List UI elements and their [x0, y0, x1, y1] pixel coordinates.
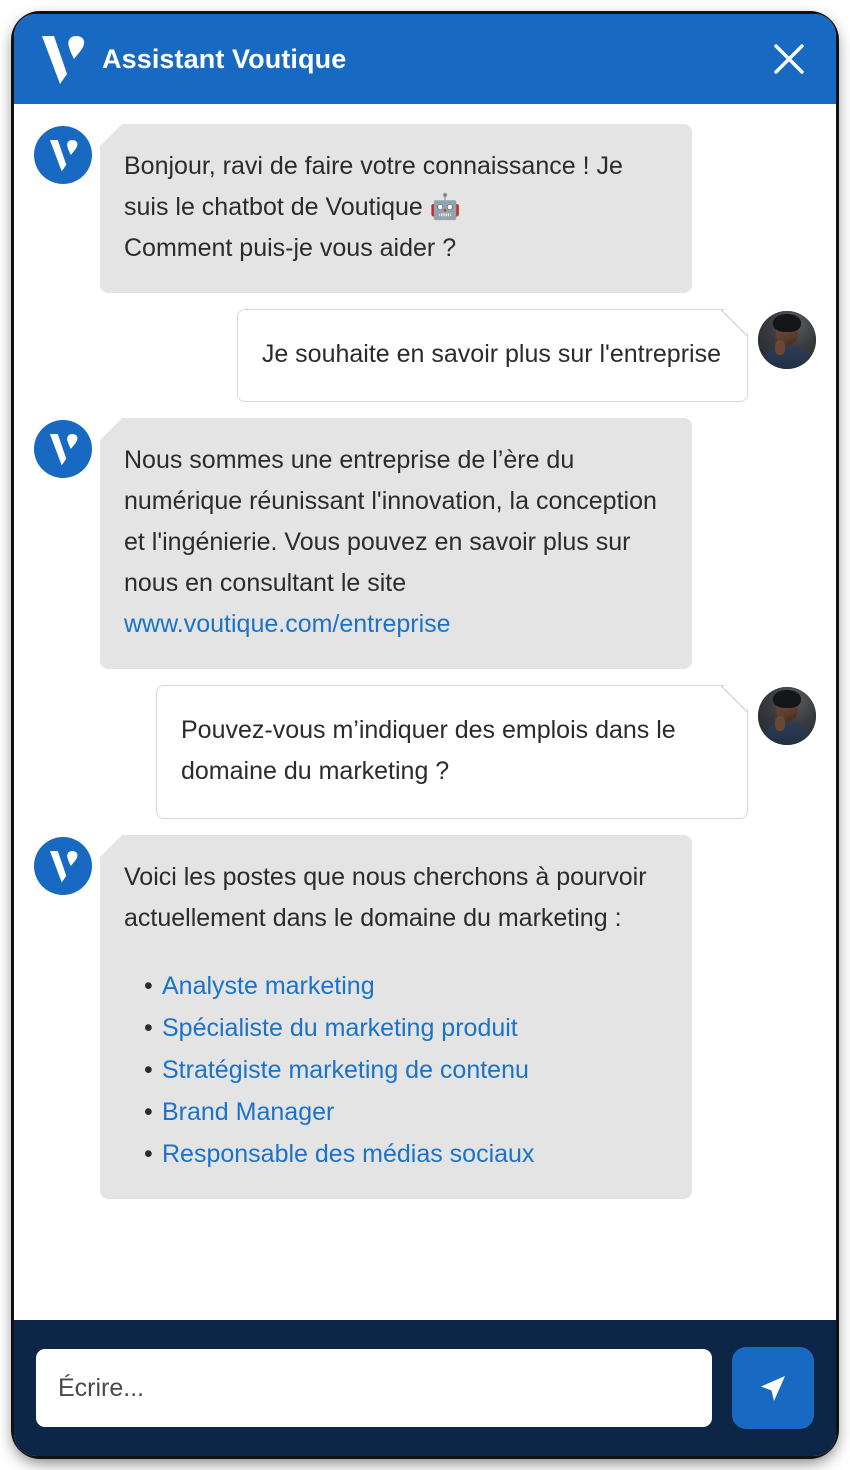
- job-list: Analyste marketing Spécialiste du market…: [124, 965, 668, 1175]
- list-item: Brand Manager: [144, 1091, 668, 1133]
- message-bubble-bot: Nous sommes une entreprise de l’ère du n…: [100, 418, 692, 669]
- job-link[interactable]: Analyste marketing: [162, 972, 375, 1000]
- message-bubble-bot: Voici les postes que nous cherchons à po…: [100, 835, 692, 1199]
- list-item: Stratégiste marketing de contenu: [144, 1049, 668, 1091]
- avatar-shoulders: [762, 345, 812, 369]
- message-row-bot-company-info: Nous sommes une entreprise de l’ère du n…: [34, 418, 816, 669]
- bubble-tail: [721, 686, 747, 712]
- list-item: Responsable des médias sociaux: [144, 1133, 668, 1175]
- avatar-hand: [775, 716, 786, 732]
- avatar-hair: [773, 690, 801, 708]
- voutique-bot-avatar-icon: [34, 420, 92, 478]
- chat-header: Assistant Voutique: [14, 14, 836, 104]
- avatar-shoulders: [762, 721, 812, 745]
- voutique-v-logo-icon: [36, 30, 88, 88]
- send-button[interactable]: [732, 1347, 814, 1429]
- job-link[interactable]: Spécialiste du marketing produit: [162, 1014, 518, 1042]
- message-bubble-user: Je souhaite en savoir plus sur l'entrepr…: [236, 309, 748, 402]
- message-line: Comment puis-je vous aider ?: [124, 234, 457, 262]
- message-bubble-bot: Bonjour, ravi de faire votre connaissanc…: [100, 124, 692, 293]
- message-row-bot-greeting: Bonjour, ravi de faire votre connaissanc…: [34, 124, 816, 293]
- avatar-hand: [775, 340, 786, 356]
- message-line: Je souhaite en savoir plus sur l'entrepr…: [261, 340, 721, 368]
- message-paragraph: Nous sommes une entreprise de l’ère du n…: [124, 440, 668, 645]
- user-photo-avatar: [758, 311, 816, 369]
- conversation-list[interactable]: Bonjour, ravi de faire votre connaissanc…: [14, 104, 836, 1320]
- job-link[interactable]: Brand Manager: [162, 1098, 334, 1126]
- message-line: Pouvez-vous m’indiquer des emplois dans …: [181, 716, 676, 785]
- voutique-bot-avatar-icon: [34, 126, 92, 184]
- avatar-hair: [773, 314, 801, 332]
- list-item: Analyste marketing: [144, 965, 668, 1007]
- company-website-link[interactable]: www.voutique.com/entreprise: [124, 610, 451, 638]
- job-link[interactable]: Stratégiste marketing de contenu: [162, 1056, 529, 1084]
- message-bubble-user: Pouvez-vous m’indiquer des emplois dans …: [156, 685, 748, 819]
- composer-bar: [14, 1320, 836, 1456]
- user-photo-avatar: [758, 687, 816, 745]
- job-link[interactable]: Responsable des médias sociaux: [162, 1140, 534, 1168]
- chat-widget-frame: Assistant Voutique Bonjour, ravi de fair…: [14, 14, 836, 1456]
- page-title: Assistant Voutique: [102, 43, 347, 74]
- message-text: Nous sommes une entreprise de l’ère du n…: [124, 446, 657, 597]
- list-item: Spécialiste du marketing produit: [144, 1007, 668, 1049]
- close-icon[interactable]: [766, 36, 812, 82]
- chat-widget: Assistant Voutique Bonjour, ravi de fair…: [14, 14, 836, 1456]
- message-row-user-marketing-jobs: Pouvez-vous m’indiquer des emplois dans …: [34, 685, 816, 819]
- message-line: Bonjour, ravi de faire votre connaissanc…: [124, 152, 623, 221]
- message-input[interactable]: [36, 1349, 712, 1427]
- message-row-user-about-company: Je souhaite en savoir plus sur l'entrepr…: [34, 309, 816, 402]
- bubble-tail: [721, 310, 747, 336]
- message-row-bot-job-list: Voici les postes que nous cherchons à po…: [34, 835, 816, 1199]
- voutique-bot-avatar-icon: [34, 837, 92, 895]
- message-line: Voici les postes que nous cherchons à po…: [124, 863, 647, 932]
